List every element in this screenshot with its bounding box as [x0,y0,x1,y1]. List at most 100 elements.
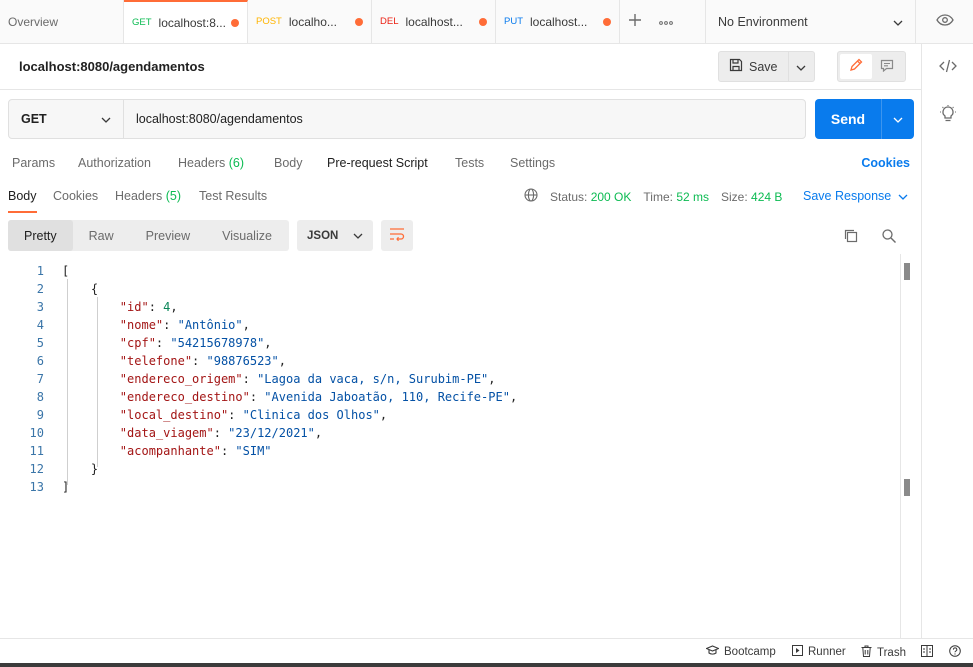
runner-button[interactable]: Runner [792,645,846,659]
response-tab-cookies[interactable]: Cookies [53,189,98,203]
unsaved-dot-icon [231,18,239,27]
tab-authorization[interactable]: Authorization [78,156,151,170]
response-headers-label: Headers [115,189,163,203]
response-body-viewer[interactable]: 1[2 {3 "id": 4, 4 "nome": "Antônio", 5 "cp… [0,262,900,638]
send-options-button[interactable] [882,99,914,139]
edit-mode-button[interactable] [840,54,872,79]
code-snippet-icon[interactable] [938,56,958,76]
json-bracket: { [90,282,99,296]
unsaved-dot-icon [479,17,487,26]
response-toolbar: Pretty Raw Preview Visualize JSON [0,218,921,254]
save-button[interactable]: Save [718,51,789,82]
json-bracket: ] [62,480,70,494]
two-pane-view-button[interactable] [921,645,933,660]
chevron-down-icon [898,189,908,203]
json-comma: , [170,300,178,314]
send-button[interactable]: Send [815,99,882,139]
tab-request-post[interactable]: POST localho... [248,0,372,43]
wrap-lines-button[interactable] [381,220,413,251]
tab-request-del[interactable]: DEL localhost... [372,0,496,43]
save-options-button[interactable] [788,51,815,82]
trash-label: Trash [877,646,906,659]
response-tab-body[interactable]: Body [8,189,37,213]
line-number: 2 [36,282,44,296]
code-line: 10 "data_viagem": "23/12/2021", [0,424,900,442]
environment-quick-look[interactable] [916,0,973,43]
help-icon [949,645,961,660]
scrollbar-marker [904,479,910,496]
tab-tests[interactable]: Tests [455,156,484,170]
tab-body[interactable]: Body [274,156,303,170]
url-input[interactable] [124,100,805,138]
json-separator: : [213,426,229,440]
line-number: 4 [36,318,44,332]
size-label: Size: [721,189,748,204]
line-text: "data_viagem": "23/12/2021", [62,424,322,442]
code-line: 4 "nome": "Antônio", [0,316,900,334]
comments-mode-button[interactable] [872,54,904,79]
line-number: 11 [29,444,44,458]
save-label: Save [749,59,778,74]
line-text: "endereco_origem": "Lagoa da vaca, s/n, … [62,370,496,388]
response-headers-count: (5) [165,189,182,203]
request-title[interactable]: localhost:8080/agendamentos [19,59,205,74]
bootcamp-button[interactable]: Bootcamp [705,645,776,659]
response-meta: Status: 200 OK Time: 52 ms Size: 424 B [524,188,782,205]
tab-params[interactable]: Params [12,156,55,170]
response-tabs: Body Cookies Headers (5) Test Results St… [0,180,921,213]
more-tabs-icon[interactable] [658,15,674,29]
pencil-icon [849,58,863,75]
copy-icon[interactable] [842,227,860,245]
search-icon[interactable] [880,227,898,245]
view-visualize-button[interactable]: Visualize [206,220,288,251]
tab-pre-request-script[interactable]: Pre-request Script [327,156,428,170]
view-pretty-button[interactable]: Pretty [8,220,73,251]
cookies-link[interactable]: Cookies [861,156,910,170]
code-line: 13] [0,478,900,496]
json-comma: , [379,408,388,422]
response-tab-headers[interactable]: Headers (5) [115,189,181,203]
environment-select[interactable]: No Environment [706,0,916,43]
tab-overview[interactable]: Overview [0,0,124,43]
help-button[interactable] [949,645,961,660]
response-tab-test-results[interactable]: Test Results [199,189,267,203]
code-line: 8 "endereco_destino": "Avenida Jaboatão,… [0,388,900,406]
trash-button[interactable]: Trash [861,645,906,660]
time-value: 52 ms [676,189,709,204]
lightbulb-icon[interactable] [938,104,958,124]
line-text: } [62,460,98,478]
view-raw-button[interactable]: Raw [73,220,130,251]
line-number: 12 [29,462,44,476]
save-response-label: Save Response [803,189,892,203]
json-separator: : [249,390,265,404]
tab-settings[interactable]: Settings [510,156,555,170]
window-bottom-edge [0,663,973,667]
json-comma: , [488,372,496,386]
json-separator: : [242,372,258,386]
save-response-button[interactable]: Save Response [803,189,908,203]
size-info[interactable]: Size: 424 B [721,190,782,204]
time-info[interactable]: Time: 52 ms [643,190,709,204]
response-scrollbar[interactable] [900,254,921,638]
tab-headers[interactable]: Headers (6) [178,156,244,170]
tab-request-get[interactable]: GET localhost:8... [124,0,248,43]
method-value: GET [21,112,47,126]
code-line: 12 } [0,460,900,478]
view-preview-button[interactable]: Preview [130,220,206,251]
eye-icon [935,14,954,29]
json-comma: , [509,390,518,404]
method-select[interactable]: GET [9,100,124,138]
globe-icon[interactable] [524,188,538,205]
runner-icon [792,645,803,659]
new-tab-plus-icon[interactable] [628,13,642,30]
format-select[interactable]: JSON [297,220,373,251]
tab-request-put[interactable]: PUT localhost... [496,0,620,43]
status-info[interactable]: Status: 200 OK [550,190,631,204]
size-value: 424 B [751,189,783,204]
json-key: "cpf" [119,336,156,350]
chevron-down-icon [353,230,363,242]
